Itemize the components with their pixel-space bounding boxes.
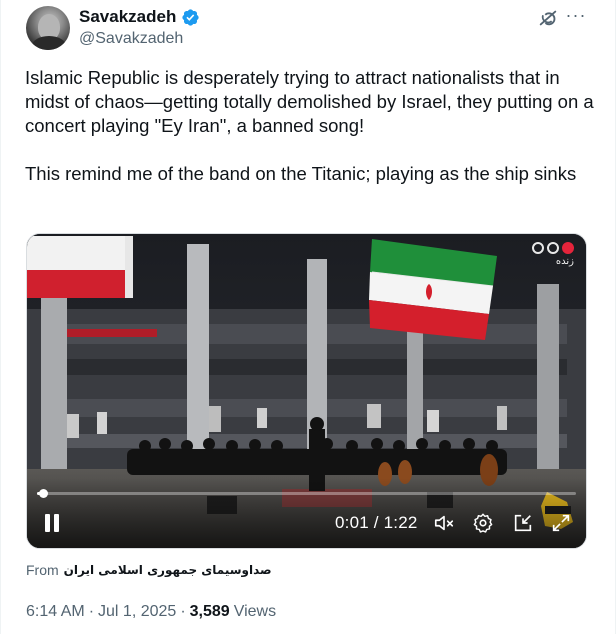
grok-icon[interactable] <box>537 7 559 29</box>
live-badge: زنده <box>532 242 574 267</box>
tweet-card: Savakzadeh @Savakzadeh ··· Islamic Repub… <box>0 0 616 634</box>
live-label: زنده <box>555 256 574 267</box>
more-icon[interactable]: ··· <box>565 5 587 27</box>
flag-iran <box>369 239 497 340</box>
controls-overlay <box>27 478 586 548</box>
author-display-name[interactable]: Savakzadeh <box>79 7 176 27</box>
tweet-date[interactable]: Jul 1, 2025 <box>98 603 176 621</box>
media-attribution: From صداوسیمای جمهوری اسلامی ایران <box>26 562 272 578</box>
meta-separator: · <box>88 603 95 620</box>
settings-icon[interactable] <box>472 512 494 534</box>
author-handle[interactable]: @Savakzadeh <box>79 30 183 48</box>
avatar-body <box>32 36 66 50</box>
tweet-meta: 6:14 AM · Jul 1, 2025 · 3,589 Views <box>26 603 276 621</box>
flag-left <box>27 236 133 298</box>
mute-icon[interactable] <box>433 512 455 534</box>
avatar[interactable] <box>26 6 70 50</box>
attribution-source-link[interactable]: صداوسیمای جمهوری اسلامی ایران <box>64 563 272 577</box>
fullscreen-icon[interactable] <box>550 512 572 534</box>
minimize-icon[interactable] <box>512 512 534 534</box>
attribution-prefix: From <box>26 562 59 578</box>
meta-separator: · <box>180 603 186 620</box>
channel-logo-icon <box>532 242 574 254</box>
video-time: 0:01 / 1:22 <box>335 513 418 532</box>
video-player[interactable]: زنده 0:01 / 1:22 <box>26 233 587 549</box>
progress-bar[interactable] <box>37 489 576 498</box>
views-label: Views <box>233 603 277 620</box>
views-count: 3,589 <box>189 603 230 620</box>
author-name-row[interactable]: Savakzadeh <box>79 6 200 28</box>
verified-badge-icon <box>182 8 199 26</box>
tweet-text: Islamic Republic is desperately trying t… <box>25 67 594 184</box>
pause-icon[interactable] <box>41 512 63 534</box>
tweet-time[interactable]: 6:14 AM <box>26 603 85 621</box>
